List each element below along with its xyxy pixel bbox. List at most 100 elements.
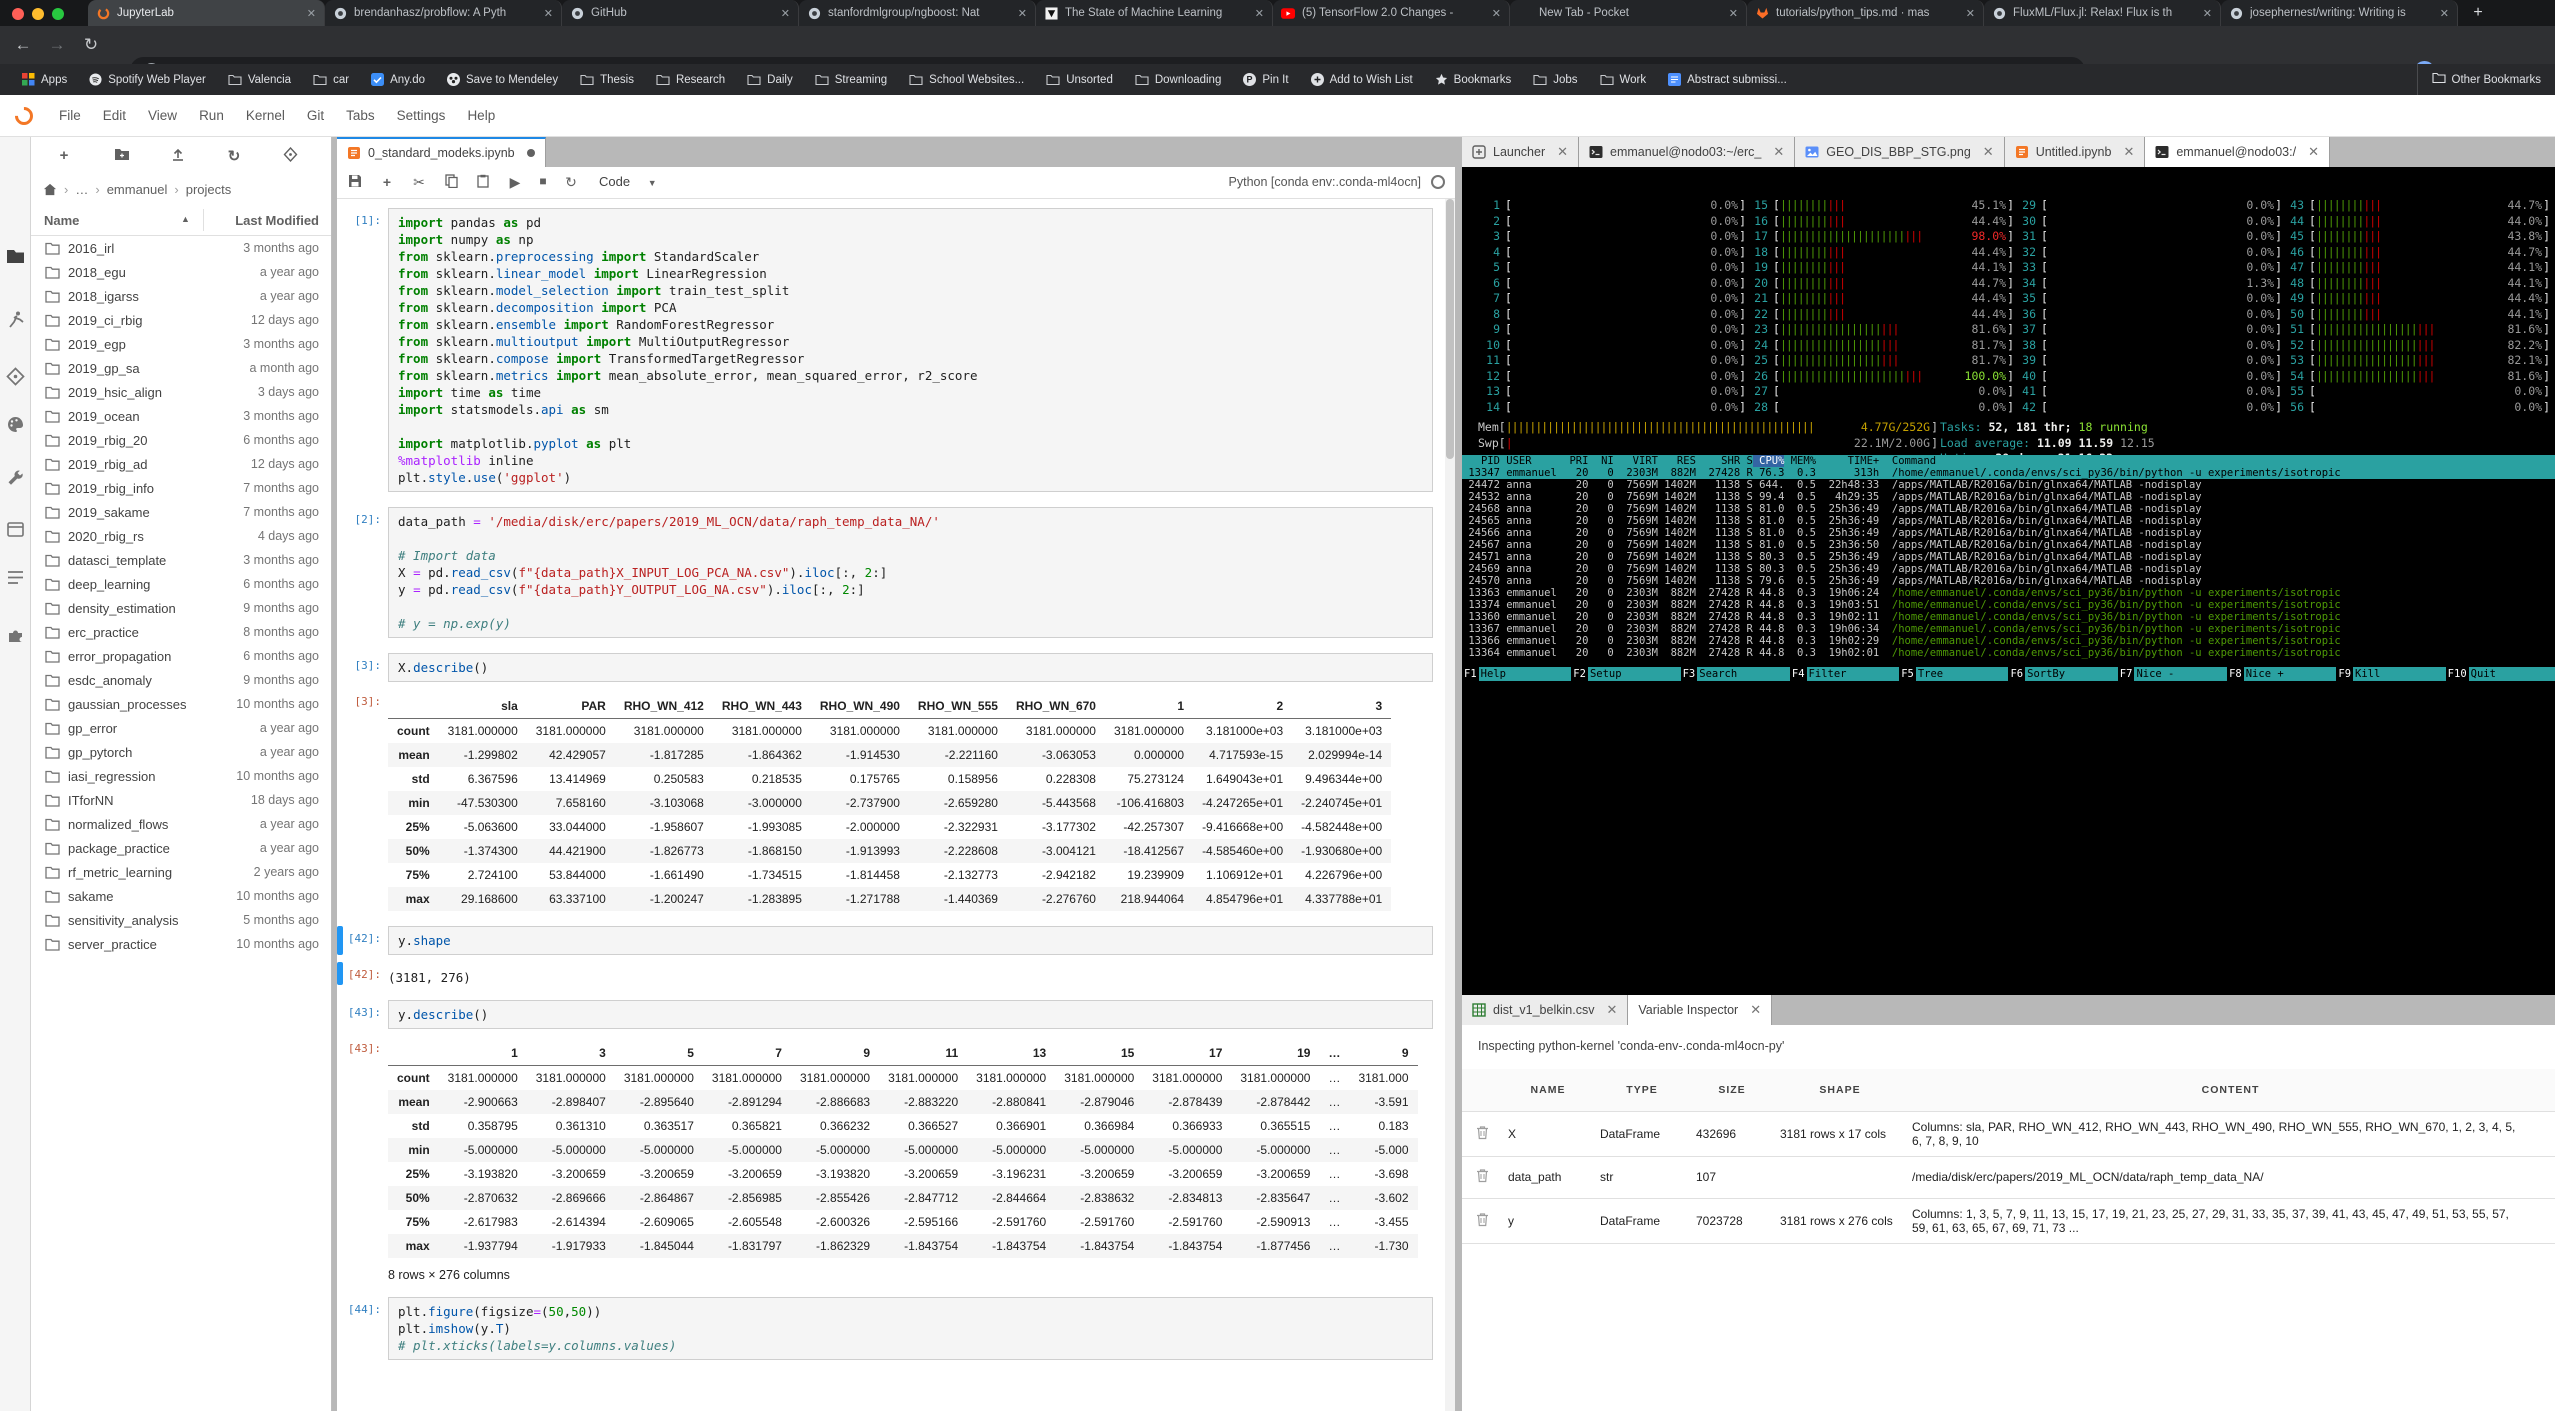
cell-collapser[interactable] — [337, 1297, 343, 1360]
notebook-vertical-scrollbar[interactable] — [1445, 199, 1455, 1411]
file-row[interactable]: 2019_rbig_206 months ago — [31, 428, 331, 452]
file-row[interactable]: normalized_flowsa year ago — [31, 812, 331, 836]
htop-kill-key[interactable]: F9Kill — [2336, 667, 2445, 681]
notebook-cell[interactable]: [1]:import pandas as pdimport numpy as n… — [337, 208, 1445, 492]
table-of-contents-icon[interactable] — [6, 568, 25, 587]
file-row[interactable]: datasci_template3 months ago — [31, 548, 331, 572]
output-collapser[interactable] — [337, 962, 343, 985]
refresh-icon[interactable]: ↻ — [223, 147, 245, 165]
file-row[interactable]: 2019_rbig_ad12 days ago — [31, 452, 331, 476]
process-row[interactable]: 13367 emmanuel 20 0 2303M 882M 27428 R 4… — [1462, 623, 2555, 635]
close-window-icon[interactable] — [12, 8, 24, 20]
file-row[interactable]: sakame10 months ago — [31, 884, 331, 908]
file-row[interactable]: gp_errora year ago — [31, 716, 331, 740]
notebook-cell[interactable]: [2]:data_path = '/media/disk/erc/papers/… — [337, 507, 1445, 638]
bookmark-bookmarks[interactable]: Bookmarks — [1435, 73, 1512, 86]
bookmark-spotify-web-player[interactable]: Spotify Web Player — [89, 73, 206, 86]
file-row[interactable]: server_practice10 months ago — [31, 932, 331, 956]
notebook-cell[interactable]: [43]:y.describe()[43]:135791113151719…9c… — [337, 1000, 1445, 1282]
other-bookmarks[interactable]: Other Bookmarks — [2417, 64, 2541, 95]
bookmark-save-to-mendeley[interactable]: Save to Mendeley — [447, 73, 558, 86]
process-list-header[interactable]: PID USER PRI NI VIRT RES SHR S CPU% MEM%… — [1462, 455, 2555, 467]
property-inspector-icon[interactable] — [6, 468, 25, 487]
htop-function-key-bar[interactable]: F1HelpF2SetupF3SearchF4FilterF5TreeF6Sor… — [1462, 667, 2555, 681]
htop-quit-key[interactable]: F10Quit — [2446, 667, 2555, 681]
tab-variable-inspector[interactable]: Variable Inspector✕ — [1628, 995, 1772, 1025]
browser-tab[interactable]: josephernest/writing: Writing is✕ — [2221, 0, 2458, 26]
bookmark-any-do[interactable]: Any.do — [371, 73, 425, 86]
bookmark-work[interactable]: Work — [1600, 74, 1647, 86]
cell-editor[interactable]: X.describe() — [388, 653, 1433, 682]
cell-collapser[interactable] — [337, 926, 343, 955]
delete-variable-icon[interactable] — [1462, 1156, 1502, 1198]
htop-sortby-key[interactable]: F6SortBy — [2008, 667, 2117, 681]
unsaved-changes-icon[interactable] — [527, 149, 535, 157]
menu-git[interactable]: Git — [296, 108, 335, 123]
breadcrumb-item[interactable]: emmanuel — [107, 182, 168, 197]
copy-cell-icon[interactable] — [441, 174, 461, 191]
process-row[interactable]: 13374 emmanuel 20 0 2303M 882M 27428 R 4… — [1462, 599, 2555, 611]
breadcrumb-item[interactable]: … — [75, 182, 88, 197]
tab-notebook[interactable]: 0_standard_modeks.ipynb — [337, 137, 546, 167]
browser-tab[interactable]: tutorials/python_tips.md · mas✕ — [1747, 0, 1984, 26]
process-row[interactable]: 13364 emmanuel 20 0 2303M 882M 27428 R 4… — [1462, 647, 2555, 659]
forward-icon[interactable]: → — [40, 35, 74, 55]
close-tab-icon[interactable]: ✕ — [1750, 1002, 1761, 1018]
file-row[interactable]: density_estimation9 months ago — [31, 596, 331, 620]
process-row[interactable]: 24570 anna 20 0 7569M 1402M 1138 S 79.6 … — [1462, 575, 2555, 587]
process-row[interactable]: 24571 anna 20 0 7569M 1402M 1138 S 80.3 … — [1462, 551, 2555, 563]
file-row[interactable]: 2019_ci_rbig12 days ago — [31, 308, 331, 332]
modified-column-header[interactable]: Last Modified — [235, 213, 319, 228]
bookmark-valencia[interactable]: Valencia — [228, 74, 291, 86]
browser-tab[interactable]: GitHub✕ — [562, 0, 799, 26]
paste-cell-icon[interactable] — [473, 174, 493, 191]
tab-launcher[interactable]: Launcher✕ — [1462, 137, 1579, 167]
cell-collapser[interactable] — [337, 507, 343, 638]
restart-kernel-icon[interactable]: ↻ — [561, 174, 581, 191]
notebook-cell[interactable]: [44]:plt.figure(figsize=(50,50))plt.imsh… — [337, 1297, 1445, 1360]
close-tab-icon[interactable]: ✕ — [1966, 7, 1975, 20]
process-row[interactable]: 24566 anna 20 0 7569M 1402M 1138 S 81.0 … — [1462, 527, 2555, 539]
process-row[interactable]: 24532 anna 20 0 7569M 1402M 1138 S 99.4 … — [1462, 491, 2555, 503]
file-row[interactable]: package_practicea year ago — [31, 836, 331, 860]
notebook-cell[interactable]: [3]:X.describe()[3]:slaPARRHO_WN_412RHO_… — [337, 653, 1445, 911]
menu-file[interactable]: File — [48, 108, 92, 123]
close-tab-icon[interactable]: ✕ — [1255, 7, 1264, 20]
menu-tabs[interactable]: Tabs — [335, 108, 386, 123]
cell-editor[interactable]: y.describe() — [388, 1000, 1433, 1029]
cell-editor[interactable]: y.shape — [388, 926, 1433, 955]
htop-search-key[interactable]: F3Search — [1681, 667, 1790, 681]
name-column-header[interactable]: Name — [44, 213, 79, 228]
bookmark-school-websites-[interactable]: School Websites... — [909, 74, 1024, 86]
window-controls[interactable] — [12, 8, 64, 20]
process-row[interactable]: 13347 emmanuel 20 0 2303M 882M 27428 R 7… — [1462, 467, 2555, 479]
cut-cell-icon[interactable]: ✂ — [409, 174, 429, 191]
process-row[interactable]: 24569 anna 20 0 7569M 1402M 1138 S 80.3 … — [1462, 563, 2555, 575]
file-row[interactable]: sensitivity_analysis5 months ago — [31, 908, 331, 932]
htop-help-key[interactable]: F1Help — [1462, 667, 1571, 681]
bookmark-abstract-submissi-[interactable]: Abstract submissi... — [1668, 73, 1787, 86]
file-row[interactable]: error_propagation6 months ago — [31, 644, 331, 668]
close-tab-icon[interactable]: ✕ — [2440, 7, 2449, 20]
new-tab-button[interactable]: + — [2468, 3, 2488, 23]
command-palette-icon[interactable] — [6, 415, 25, 434]
close-tab-icon[interactable]: ✕ — [1492, 7, 1501, 20]
process-row[interactable]: 24565 anna 20 0 7569M 1402M 1138 S 81.0 … — [1462, 515, 2555, 527]
bookmark-unsorted[interactable]: Unsorted — [1046, 74, 1113, 86]
file-row[interactable]: ITforNN18 days ago — [31, 788, 331, 812]
file-row[interactable]: 2019_rbig_info7 months ago — [31, 476, 331, 500]
delete-variable-icon[interactable] — [1462, 1198, 1502, 1243]
output-collapser[interactable] — [337, 689, 343, 911]
process-row[interactable]: 13363 emmanuel 20 0 2303M 882M 27428 R 4… — [1462, 587, 2555, 599]
browser-tab[interactable]: stanfordmlgroup/ngboost: Nat✕ — [799, 0, 1036, 26]
file-row[interactable]: 2019_egp3 months ago — [31, 332, 331, 356]
maximize-window-icon[interactable] — [52, 8, 64, 20]
cell-collapser[interactable] — [337, 208, 343, 492]
process-row[interactable]: 13360 emmanuel 20 0 2303M 882M 27428 R 4… — [1462, 611, 2555, 623]
menu-view[interactable]: View — [137, 108, 188, 123]
file-row[interactable]: gaussian_processes10 months ago — [31, 692, 331, 716]
file-row[interactable]: deep_learning6 months ago — [31, 572, 331, 596]
browser-tab[interactable]: New Tab - Pocket✕ — [1510, 0, 1747, 26]
close-tab-icon[interactable]: ✕ — [1729, 7, 1738, 20]
breadcrumb[interactable]: ›…›emmanuel›projects — [43, 177, 231, 201]
